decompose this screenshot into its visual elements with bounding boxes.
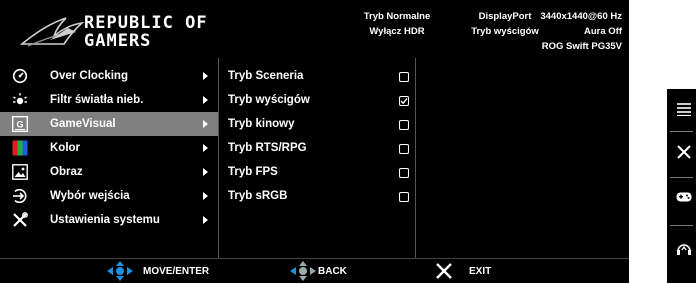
blue-light-icon (13, 93, 27, 105)
back-label: BACK (318, 266, 347, 277)
chevron-right-icon (203, 192, 208, 200)
sub-menu-label: Tryb kinowy (228, 118, 295, 130)
sub-menu-label: Tryb RTS/RPG (228, 142, 307, 154)
hotkey-gamepad-button[interactable] (667, 179, 696, 215)
chevron-right-icon (203, 144, 208, 152)
chevron-right-icon (203, 96, 208, 104)
main-menu-label: Filtr światła nieb. (50, 94, 144, 106)
sub-menu-label: Tryb wyścigów (228, 94, 310, 106)
chevron-right-icon (203, 72, 208, 80)
close-icon (677, 145, 691, 159)
main-menu-label: Over Clocking (50, 70, 128, 82)
hotkey-divider (670, 225, 693, 226)
sub-menu: Tryb Sceneria Tryb wyścigów Tryb kinowy … (219, 58, 415, 258)
osd-window: REPUBLIC OF GAMERS Tryb Normalne Wyłącz … (0, 0, 629, 283)
detail-panel (416, 58, 629, 258)
sub-menu-item-srgb[interactable]: Tryb sRGB (219, 184, 415, 208)
hotkey-menu-button[interactable] (667, 89, 696, 125)
checkbox[interactable] (399, 192, 409, 202)
main-menu-label: Wybór wejścia (50, 190, 130, 202)
sub-menu-item-scenery[interactable]: Tryb Sceneria (219, 64, 415, 88)
move-enter-label: MOVE/ENTER (143, 266, 210, 277)
hotkey-divider (670, 131, 693, 132)
sub-menu-item-fps[interactable]: Tryb FPS (219, 160, 415, 184)
main-menu-item-system-settings[interactable]: Ustawienia systemu (0, 208, 218, 232)
image-icon (12, 164, 28, 180)
sub-menu-item-rts-rpg[interactable]: Tryb RTS/RPG (219, 136, 415, 160)
sub-menu-item-racing[interactable]: Tryb wyścigów (219, 88, 415, 112)
wrench-icon (13, 212, 28, 227)
sub-menu-label: Tryb sRGB (228, 190, 288, 202)
brand-line-1: REPUBLIC OF (84, 13, 208, 33)
sub-menu-label: Tryb Sceneria (228, 70, 304, 82)
status-mode-text: Tryb Normalne (363, 11, 431, 22)
hotkey-divider (670, 177, 693, 178)
sub-menu-item-cinema[interactable]: Tryb kinowy (219, 112, 415, 136)
main-menu-item-overclocking[interactable]: Over Clocking (0, 64, 218, 88)
osd-footer: MOVE/ENTER BACK EXIT (0, 258, 629, 284)
joystick-back-icon (290, 261, 316, 281)
headphones-icon (677, 244, 691, 255)
status-mode: Tryb Normalne Wyłącz HDR (352, 9, 442, 39)
status-hdr-text: Wyłącz HDR (369, 26, 425, 37)
input-select-icon (13, 188, 27, 204)
main-menu-item-blue-light[interactable]: Filtr światła nieb. (0, 88, 218, 112)
hotkey-bar (667, 89, 696, 283)
main-menu-item-color[interactable]: Kolor (0, 136, 218, 160)
exit-label: EXIT (469, 266, 492, 277)
checkbox[interactable] (399, 72, 409, 82)
close-icon (436, 263, 452, 279)
main-menu-item-image[interactable]: Obraz (0, 160, 218, 184)
sub-menu-label: Tryb FPS (228, 166, 278, 178)
chevron-right-icon (203, 216, 208, 224)
gamepad-icon (676, 192, 692, 202)
hotkey-close-button[interactable] (667, 133, 696, 169)
joystick-move-icon (107, 261, 133, 281)
main-menu-label: Obraz (50, 166, 83, 178)
checkbox[interactable] (399, 168, 409, 178)
main-menu-label: Kolor (50, 142, 81, 154)
main-menu-item-gamevisual[interactable]: G GameVisual (0, 112, 218, 136)
main-menu: Over Clocking Filtr światła nieb. G Game… (0, 58, 218, 258)
check-icon (400, 98, 408, 105)
chevron-right-icon (203, 120, 208, 128)
hotkey-headphones-button[interactable] (667, 229, 696, 265)
checkbox[interactable] (399, 144, 409, 154)
main-menu-item-input-select[interactable]: Wybór wejścia (0, 184, 218, 208)
status-display: 3440x1440@60 Hz Aura Off ROG Swift PG35V (540, 9, 622, 54)
brand-title: REPUBLIC OF GAMERS (84, 14, 208, 50)
main-menu-label: Ustawienia systemu (50, 214, 160, 226)
speedometer-icon (12, 68, 28, 84)
gamevisual-icon: G (12, 116, 28, 132)
status-aura-text: Aura Off (584, 26, 622, 37)
status-model-text: ROG Swift PG35V (541, 41, 622, 52)
status-resolution-text: 3440x1440@60 Hz (540, 11, 622, 22)
color-icon (12, 140, 28, 156)
menu-icon (677, 103, 691, 116)
chevron-right-icon (203, 168, 208, 176)
svg-text:G: G (16, 120, 23, 130)
osd-header: REPUBLIC OF GAMERS Tryb Normalne Wyłącz … (0, 0, 629, 58)
main-menu-label: GameVisual (50, 118, 116, 130)
checkbox[interactable] (399, 120, 409, 130)
checkbox-checked[interactable] (399, 96, 409, 106)
brand-line-2: GAMERS (84, 31, 152, 51)
